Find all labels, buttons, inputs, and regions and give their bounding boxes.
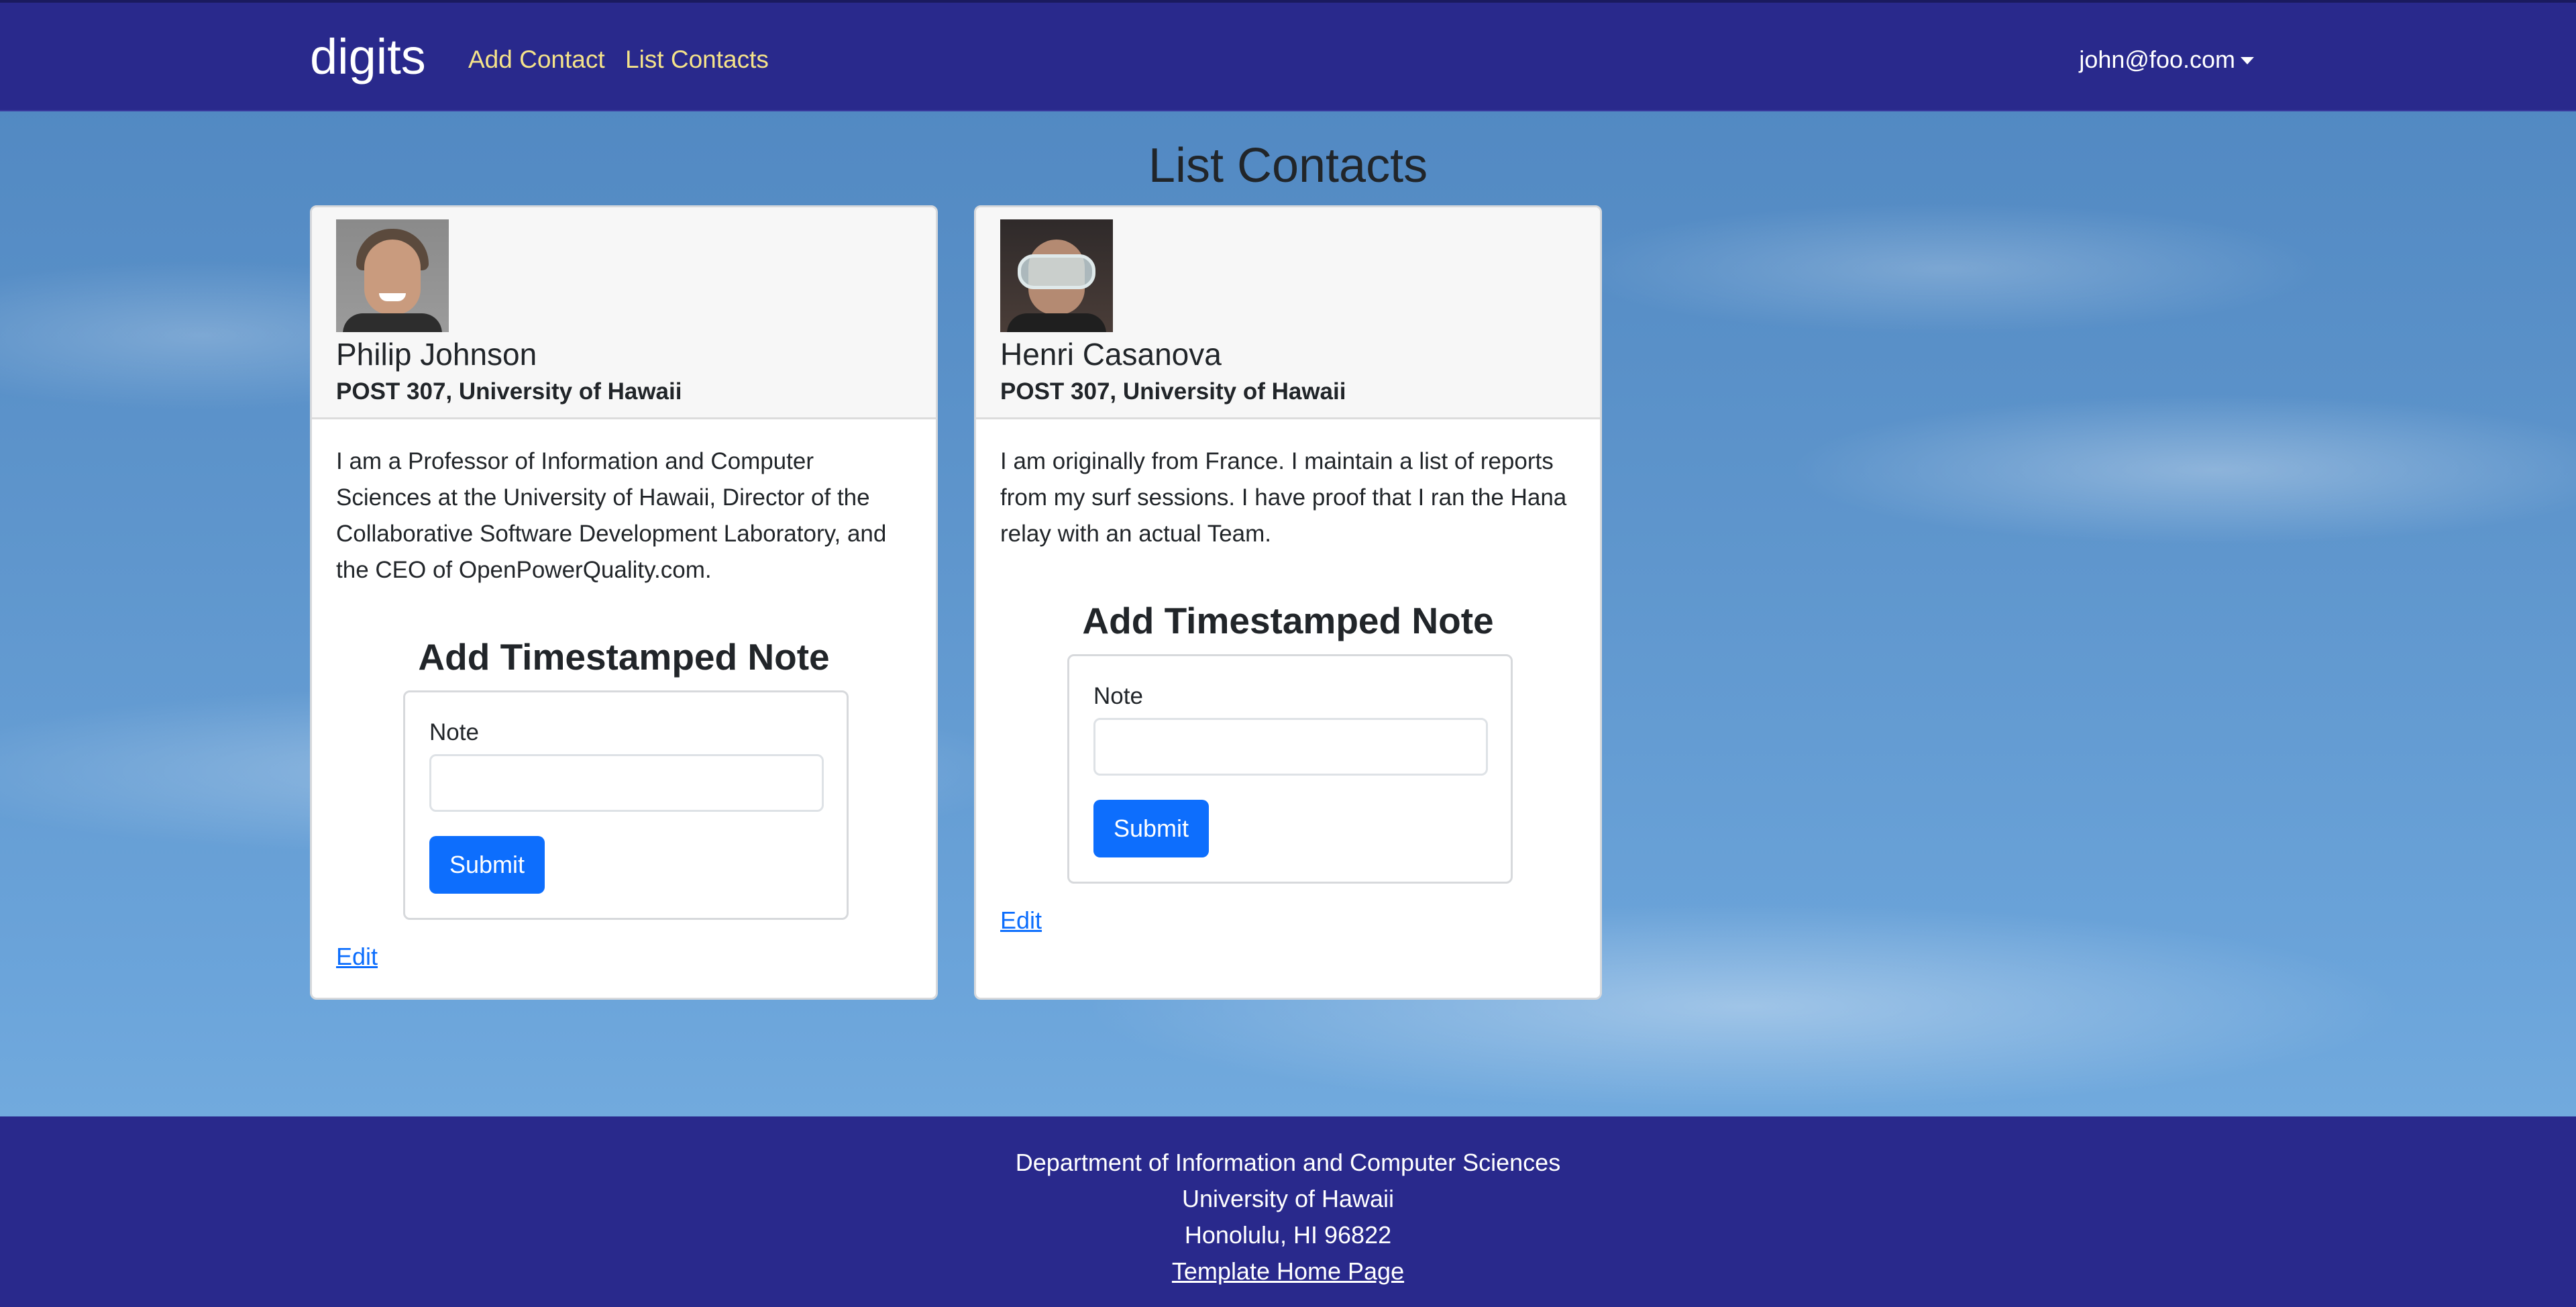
card-body: I am a Professor of Information and Comp… (312, 419, 936, 588)
contact-name: Philip Johnson (336, 337, 537, 372)
footer-department: Department of Information and Computer S… (1015, 1149, 1561, 1176)
card-header: Henri Casanova POST 307, University of H… (976, 207, 1600, 419)
note-input[interactable] (429, 754, 824, 812)
navbar: digits Add Contact List Contacts john@fo… (0, 0, 2576, 111)
note-input[interactable] (1093, 718, 1488, 776)
template-home-link[interactable]: Template Home Page (1172, 1253, 1404, 1290)
contact-card: Henri Casanova POST 307, University of H… (974, 205, 1602, 1000)
nav-add-contact[interactable]: Add Contact (468, 46, 605, 74)
contact-description: I am a Professor of Information and Comp… (336, 448, 887, 583)
card-body: I am originally from France. I maintain … (976, 419, 1600, 552)
submit-button[interactable]: Submit (1093, 800, 1209, 857)
note-label: Note (429, 719, 479, 745)
contact-address: POST 307, University of Hawaii (336, 378, 682, 405)
footer-city: Honolulu, HI 96822 (1184, 1221, 1392, 1249)
note-section: Add Timestamped Note (976, 599, 1600, 642)
note-form: Note Submit (1067, 654, 1513, 884)
page-title: List Contacts (1148, 139, 1428, 193)
caret-down-icon (2241, 56, 2254, 64)
note-form: Note Submit (403, 690, 849, 920)
note-title: Add Timestamped Note (1082, 600, 1494, 641)
user-dropdown[interactable]: john@foo.com (2079, 46, 2254, 74)
note-label: Note (1093, 683, 1143, 709)
avatar (336, 219, 449, 332)
contact-description: I am originally from France. I maintain … (1000, 448, 1567, 547)
contact-card: Philip Johnson POST 307, University of H… (310, 205, 938, 1000)
edit-link[interactable]: Edit (1000, 906, 1042, 935)
note-section: Add Timestamped Note (312, 635, 936, 678)
note-title: Add Timestamped Note (418, 636, 830, 678)
footer: Department of Information and Computer S… (0, 1116, 2576, 1307)
edit-link[interactable]: Edit (336, 943, 378, 971)
contact-name: Henri Casanova (1000, 337, 1222, 372)
card-header: Philip Johnson POST 307, University of H… (312, 207, 936, 419)
brand-logo[interactable]: digits (310, 28, 426, 85)
submit-button[interactable]: Submit (429, 836, 545, 894)
footer-university: University of Hawaii (1181, 1185, 1395, 1212)
contact-address: POST 307, University of Hawaii (1000, 378, 1346, 405)
nav-list-contacts[interactable]: List Contacts (625, 46, 769, 74)
user-email: john@foo.com (2079, 46, 2235, 73)
avatar (1000, 219, 1113, 332)
